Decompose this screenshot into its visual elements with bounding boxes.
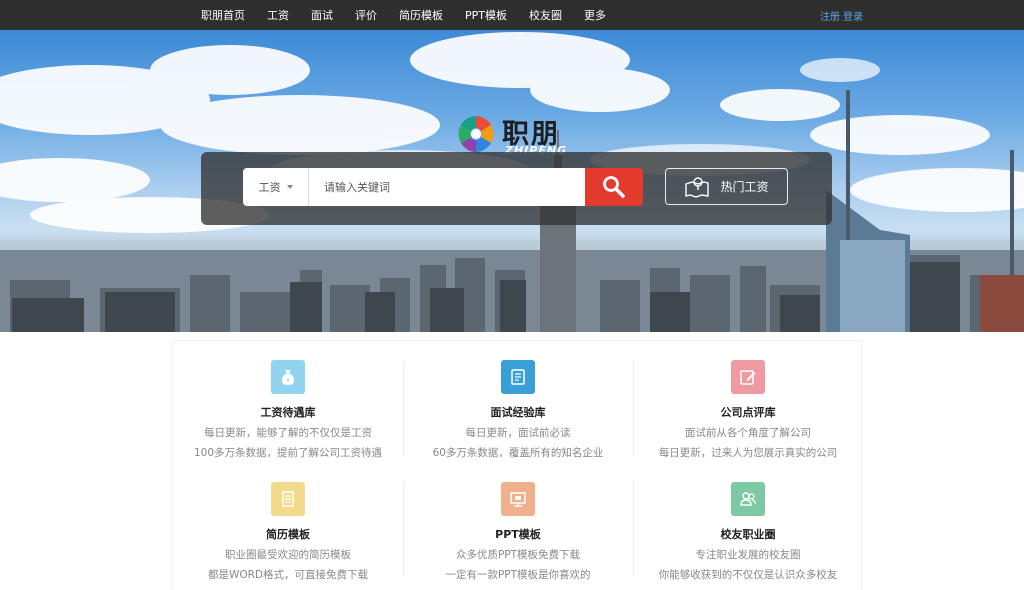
- feature-alumni-circle-line2: 你能够收获到的不仅仅是认识众多校友: [658, 569, 838, 581]
- money-bag-icon: ¥: [271, 360, 305, 394]
- feature-ppt-template-line1: 众多优质PPT模板免费下载: [455, 549, 581, 561]
- feature-ppt-template-line2: 一定有一款PPT模板是你喜欢的: [445, 569, 591, 581]
- resume-icon: [271, 482, 305, 516]
- feature-alumni-circle[interactable]: 校友职业圈 专注职业发展的校友圈 你能够收获到的不仅仅是认识众多校友: [633, 482, 863, 582]
- feature-company-review-line2: 每日更新，过来人为您展示真实的公司: [658, 447, 838, 459]
- login-link[interactable]: 登录: [843, 8, 863, 23]
- feature-interview[interactable]: 面试经验库 每日更新，面试前必读 60多万条数据，覆盖所有的知名企业: [403, 360, 633, 460]
- chevron-down-icon: [286, 185, 293, 189]
- feature-alumni-circle-line1: 专注职业发展的校友圈: [695, 549, 801, 561]
- search-icon: [603, 176, 625, 198]
- feature-salary-line1: 每日更新，能够了解的不仅仅是工资: [204, 427, 372, 439]
- nav-item-review[interactable]: 评价: [355, 7, 377, 23]
- search-category-select[interactable]: 工资: [243, 168, 309, 206]
- nav-item-more[interactable]: 更多: [584, 7, 606, 23]
- feature-interview-title: 面试经验库: [490, 406, 546, 419]
- nav-item-alumni[interactable]: 校友圈: [529, 7, 562, 23]
- feature-company-review-title: 公司点评库: [720, 406, 776, 419]
- nav-item-salary[interactable]: 工资: [267, 7, 289, 23]
- feature-resume-template-title: 简历模板: [266, 528, 310, 541]
- nav-item-interview[interactable]: 面试: [311, 7, 333, 23]
- nav-item-resume-template[interactable]: 简历模板: [399, 7, 443, 23]
- search-input[interactable]: [310, 168, 585, 206]
- hot-salary-label: 热门工资: [720, 180, 769, 194]
- nav-item-home[interactable]: 职朋首页: [201, 7, 245, 23]
- feature-resume-template-line1: 职业圈最受欢迎的简历模板: [225, 549, 351, 561]
- register-link[interactable]: 注册: [820, 8, 840, 23]
- users-icon: [731, 482, 765, 516]
- feature-interview-line2: 60多万条数据，覆盖所有的知名企业: [432, 447, 604, 459]
- nav-menu: 职朋首页 工资 面试 评价 简历模板 PPT模板 校友圈 更多: [201, 0, 628, 30]
- feature-company-review[interactable]: 公司点评库 面试前从各个角度了解公司 每日更新，过来人为您展示真实的公司: [633, 360, 863, 460]
- nav-item-ppt-template[interactable]: PPT模板: [465, 7, 507, 23]
- feature-salary-title: 工资待遇库: [260, 406, 316, 419]
- presentation-icon: [501, 482, 535, 516]
- feature-resume-template[interactable]: 简历模板 职业圈最受欢迎的简历模板 都是WORD格式，可直接免费下载: [173, 482, 403, 582]
- feature-resume-template-line2: 都是WORD格式，可直接免费下载: [207, 569, 369, 581]
- edit-icon: [731, 360, 765, 394]
- search-box: 工资: [243, 168, 585, 206]
- svg-text:¥: ¥: [286, 377, 290, 384]
- feature-ppt-template-title: PPT模板: [495, 528, 541, 541]
- search-category-value: 工资: [258, 181, 281, 194]
- feature-salary-line2: 100多万条数据，提前了解公司工资待遇: [193, 447, 383, 459]
- book-icon: [501, 360, 535, 394]
- feature-interview-line1: 每日更新，面试前必读: [465, 427, 571, 439]
- map-pin-icon: [685, 176, 710, 198]
- feature-salary[interactable]: ¥ 工资待遇库 每日更新，能够了解的不仅仅是工资 100多万条数据，提前了解公司…: [173, 360, 403, 460]
- features-section: ¥ 工资待遇库 每日更新，能够了解的不仅仅是工资 100多万条数据，提前了解公司…: [172, 340, 862, 590]
- search-button[interactable]: [585, 168, 643, 206]
- auth-links: 注册 登录: [820, 0, 863, 30]
- feature-ppt-template[interactable]: PPT模板 众多优质PPT模板免费下载 一定有一款PPT模板是你喜欢的: [403, 482, 633, 582]
- hot-salary-button[interactable]: 热门工资: [665, 168, 788, 205]
- feature-company-review-line1: 面试前从各个角度了解公司: [685, 427, 811, 439]
- feature-alumni-circle-title: 校友职业圈: [720, 528, 776, 541]
- top-nav-bar: 职朋首页 工资 面试 评价 简历模板 PPT模板 校友圈 更多 注册 登录: [0, 0, 1024, 30]
